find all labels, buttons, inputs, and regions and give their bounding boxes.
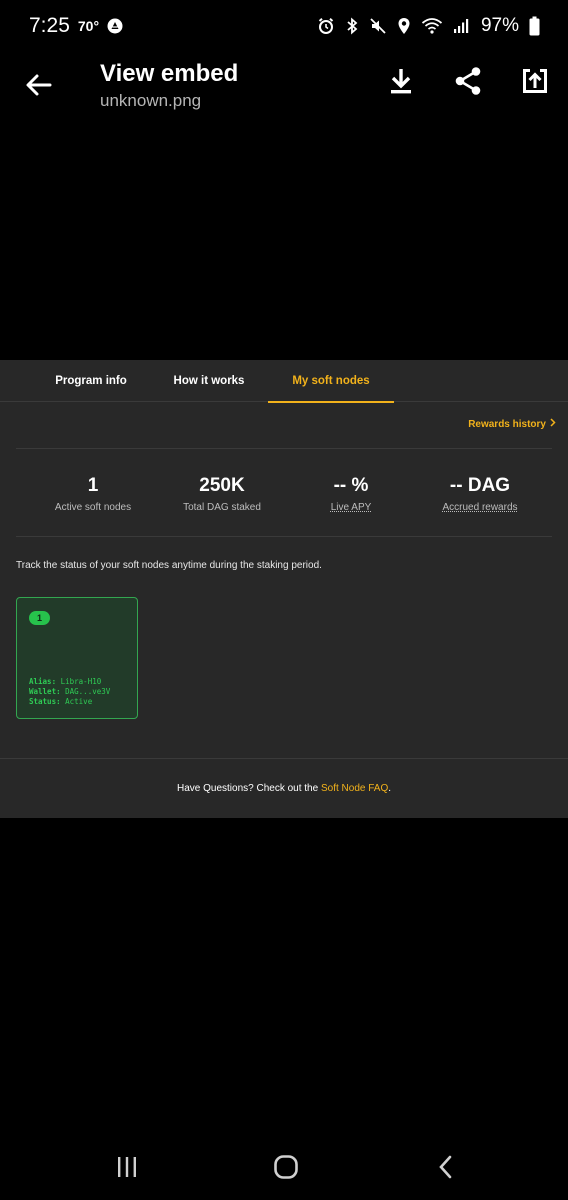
stat-live-apy: -- % Live APY (286, 474, 416, 513)
tab-label: My soft nodes (292, 375, 370, 387)
share-icon (454, 66, 482, 101)
stat-label-tooltip[interactable]: Live APY (286, 502, 416, 513)
wifi-icon (421, 17, 443, 35)
status-key: Status: (29, 697, 61, 706)
tab-label: How it works (173, 375, 245, 387)
title-block: View embed unknown.png (100, 60, 238, 112)
track-status-text: Track the status of your soft nodes anyt… (16, 560, 322, 571)
status-temperature: 70° (77, 18, 100, 34)
tab-program-info[interactable]: Program info (38, 360, 144, 402)
nav-back-button[interactable] (426, 1154, 466, 1184)
rewards-history-label: Rewards history (468, 418, 546, 430)
recents-icon (116, 1156, 138, 1183)
stat-value: -- % (333, 475, 369, 496)
tab-bar: Program info How it works My soft nodes (0, 360, 568, 403)
faq-footer: Have Questions? Check out the Soft Node … (0, 758, 568, 818)
wallet-key: Wallet: (29, 687, 61, 696)
page-title: View embed (100, 60, 239, 87)
rewards-history-link[interactable]: Rewards history (468, 418, 556, 430)
stat-active-nodes: 1 Active soft nodes (28, 474, 158, 513)
system-nav-bar (0, 1140, 568, 1200)
signal-icon (453, 18, 469, 34)
back-nav-icon (438, 1155, 454, 1184)
location-icon (397, 17, 411, 35)
chevron-right-icon (550, 418, 556, 430)
recents-button[interactable] (107, 1154, 147, 1184)
bluetooth-icon (345, 17, 359, 35)
alias-value: Libra-H10 (60, 677, 102, 686)
stat-total-staked: 250K Total DAG staked (157, 474, 287, 513)
alarm-icon (317, 17, 335, 35)
battery-icon (529, 16, 540, 36)
tab-my-soft-nodes[interactable]: My soft nodes (268, 360, 394, 403)
app-bar: View embed unknown.png (0, 52, 568, 116)
open-external-button[interactable] (518, 66, 552, 100)
stat-value: -- DAG (449, 475, 511, 496)
app-notification-icon (107, 18, 123, 34)
divider (16, 448, 552, 449)
stat-label-tooltip[interactable]: Accrued rewards (415, 502, 545, 513)
divider (16, 536, 552, 537)
node-number-badge: 1 (29, 611, 50, 625)
home-icon (273, 1154, 299, 1185)
download-icon (388, 67, 414, 100)
soft-node-card[interactable]: 1 Alias: Libra-H10 Wallet: DAG...ve3V St… (16, 597, 138, 719)
share-button[interactable] (451, 66, 485, 100)
wallet-value: DAG...ve3V (65, 687, 111, 696)
stat-label: Active soft nodes (54, 502, 132, 513)
tab-label: Program info (55, 375, 127, 387)
embedded-image: Program info How it works My soft nodes … (0, 360, 568, 818)
status-value: Active (65, 697, 93, 706)
battery-percent: 97% (480, 15, 519, 36)
download-button[interactable] (384, 66, 418, 100)
alias-key: Alias: (29, 677, 57, 686)
faq-link[interactable]: Soft Node FAQ (321, 783, 388, 794)
status-time: 7:25 (29, 14, 70, 37)
stat-value: 1 (87, 475, 99, 496)
faq-suffix: . (388, 783, 392, 794)
faq-prefix: Have Questions? Check out the (176, 783, 321, 794)
file-name: unknown.png (100, 91, 202, 110)
stat-value: 250K (199, 475, 245, 496)
stat-label: Total DAG staked (183, 502, 261, 513)
open-external-icon (521, 67, 549, 100)
stat-accrued-rewards: -- DAG Accrued rewards (415, 474, 545, 513)
tab-how-it-works[interactable]: How it works (156, 360, 262, 402)
back-arrow-icon[interactable] (22, 68, 56, 102)
mute-icon (369, 17, 387, 35)
active-tab-indicator (268, 401, 394, 403)
status-bar: 7:25 70° 97% (0, 0, 568, 52)
node-info: Alias: Libra-H10 Wallet: DAG...ve3V Stat… (29, 677, 110, 707)
home-button[interactable] (266, 1154, 306, 1184)
